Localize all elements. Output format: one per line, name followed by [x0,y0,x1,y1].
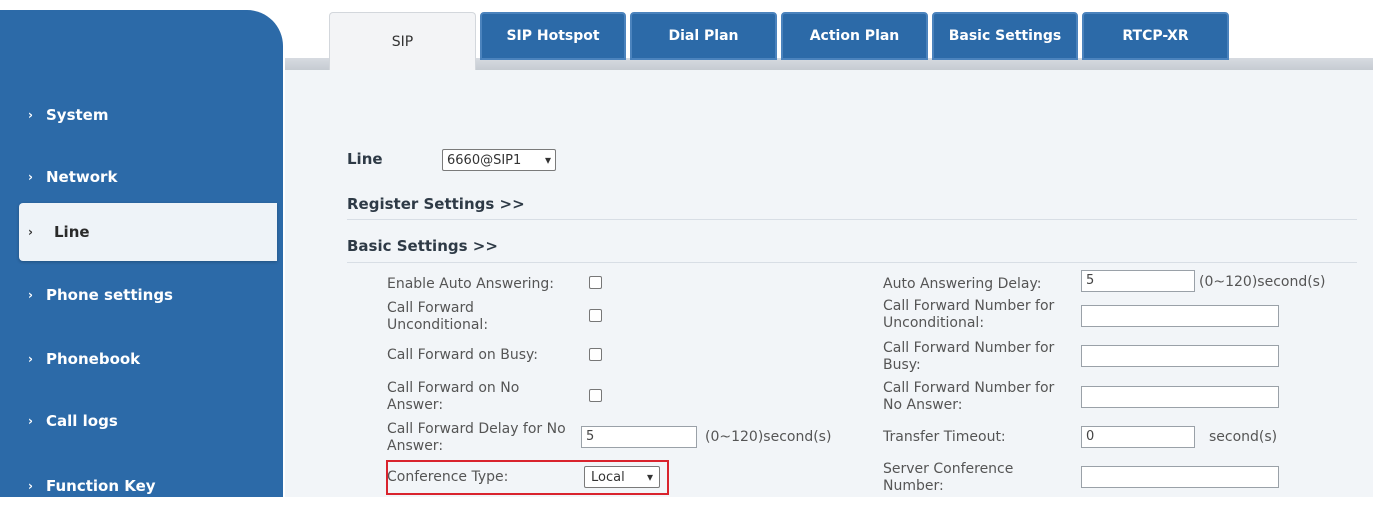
transfer-timeout-unit: second(s) [1209,429,1278,445]
tab-rtcp-xr[interactable]: RTCP-XR [1082,12,1229,60]
cf-no-answer-checkbox[interactable] [589,389,602,402]
cfn-busy-label: Call Forward Number for Busy: [883,340,1054,374]
chevron-right-icon: › [28,108,33,122]
line-select[interactable]: 6660@SIP1 ▾ [442,149,556,171]
sidebar-item-label: Network [46,168,118,186]
chevron-right-icon: › [28,352,33,366]
tab-bar: SIP SIP Hotspot Dial Plan Action Plan Ba… [285,0,1373,70]
cfn-no-answer-label: Call Forward Number for No Answer: [883,380,1054,414]
auto-answer-delay-label: Auto Answering Delay: [883,276,1042,292]
server-conference-input[interactable] [1081,466,1279,488]
divider [347,262,1357,263]
label-line: Call Forward [387,300,474,316]
line-label: Line [347,150,383,168]
cf-unconditional-checkbox[interactable] [589,309,602,322]
cfn-busy-input[interactable] [1081,345,1279,367]
chevron-right-icon: › [28,170,33,184]
chevron-down-icon: ▾ [544,153,551,167]
chevron-down-icon: ▾ [646,470,653,484]
cf-busy-checkbox[interactable] [589,348,602,361]
label-line: Answer: [387,438,444,454]
tab-label: Action Plan [809,28,900,44]
basic-settings-link[interactable]: Basic Settings >> [347,237,498,255]
label-line: Unconditional: [387,317,489,333]
tab-sip-hotspot[interactable]: SIP Hotspot [480,12,626,60]
tab-label: SIP [391,33,414,50]
auto-answer-delay-input[interactable]: 5 [1081,270,1195,292]
label-line: Busy: [883,357,921,373]
cfn-unconditional-label: Call Forward Number for Unconditional: [883,298,1054,332]
conference-type-label: Conference Type: [387,469,509,485]
conference-type-select[interactable]: Local ▾ [584,466,660,488]
cf-delay-input[interactable]: 5 [581,426,697,448]
tab-action-plan[interactable]: Action Plan [781,12,928,60]
sidebar-item-label: Function Key [46,477,156,495]
label-line: Call Forward on No [387,380,520,396]
tab-basic-settings[interactable]: Basic Settings [932,12,1078,60]
sidebar-item-call-logs[interactable]: › Call logs [0,392,283,450]
tab-sip[interactable]: SIP [329,12,476,70]
sidebar-item-label: Call logs [46,412,118,430]
label-line: Unconditional: [883,315,985,331]
sidebar: › System › Network › Line › Phone settin… [0,10,283,497]
enable-auto-answering-checkbox[interactable] [589,276,602,289]
server-conference-label: Server Conference Number: [883,461,1013,495]
chevron-right-icon: › [28,414,33,428]
label-line: Call Forward Number for [883,298,1055,314]
label-line: No Answer: [883,397,963,413]
cf-busy-label: Call Forward on Busy: [387,347,538,363]
chevron-right-icon: › [28,479,33,493]
transfer-timeout-label: Transfer Timeout: [883,429,1006,445]
sidebar-item-phone-settings[interactable]: › Phone settings [0,266,283,324]
main-content: SIP SIP Hotspot Dial Plan Action Plan Ba… [285,0,1373,497]
tab-label: RTCP-XR [1122,28,1189,44]
tab-label: Dial Plan [668,28,739,44]
sidebar-item-function-key[interactable]: › Function Key [0,457,283,515]
chevron-right-icon: › [28,225,33,239]
label-line: Call Forward Number for [883,340,1055,356]
cf-no-answer-label: Call Forward on No Answer: [387,380,519,414]
sidebar-item-network[interactable]: › Network [0,148,283,206]
cfn-no-answer-input[interactable] [1081,386,1279,408]
cf-delay-label: Call Forward Delay for No Answer: [387,421,566,455]
sidebar-item-label: Line [54,223,90,241]
cf-delay-unit: (0~120)second(s) [705,429,832,445]
label-line: Server Conference [883,461,1014,477]
tab-label: SIP Hotspot [506,28,600,44]
label-line: Call Forward Delay for No [387,421,566,437]
tab-dial-plan[interactable]: Dial Plan [630,12,777,60]
cf-unconditional-label: Call Forward Unconditional: [387,300,488,334]
sidebar-item-phonebook[interactable]: › Phonebook [0,330,283,388]
sidebar-item-label: Phone settings [46,286,173,304]
sidebar-item-system[interactable]: › System [0,86,283,144]
sidebar-item-label: System [46,106,109,124]
cfn-unconditional-input[interactable] [1081,305,1279,327]
transfer-timeout-input[interactable]: 0 [1081,426,1195,448]
conference-type-value: Local [591,469,625,485]
enable-auto-answering-label: Enable Auto Answering: [387,276,555,292]
sidebar-item-label: Phonebook [46,350,141,368]
register-settings-link[interactable]: Register Settings >> [347,195,525,213]
label-line: Answer: [387,397,444,413]
sidebar-item-line[interactable]: › Line [19,203,277,261]
line-select-value: 6660@SIP1 [447,152,522,168]
divider [347,219,1357,220]
chevron-right-icon: › [28,288,33,302]
label-line: Number: [883,478,944,494]
auto-answer-delay-unit: (0~120)second(s) [1199,274,1326,290]
tab-label: Basic Settings [948,28,1062,44]
label-line: Call Forward Number for [883,380,1055,396]
